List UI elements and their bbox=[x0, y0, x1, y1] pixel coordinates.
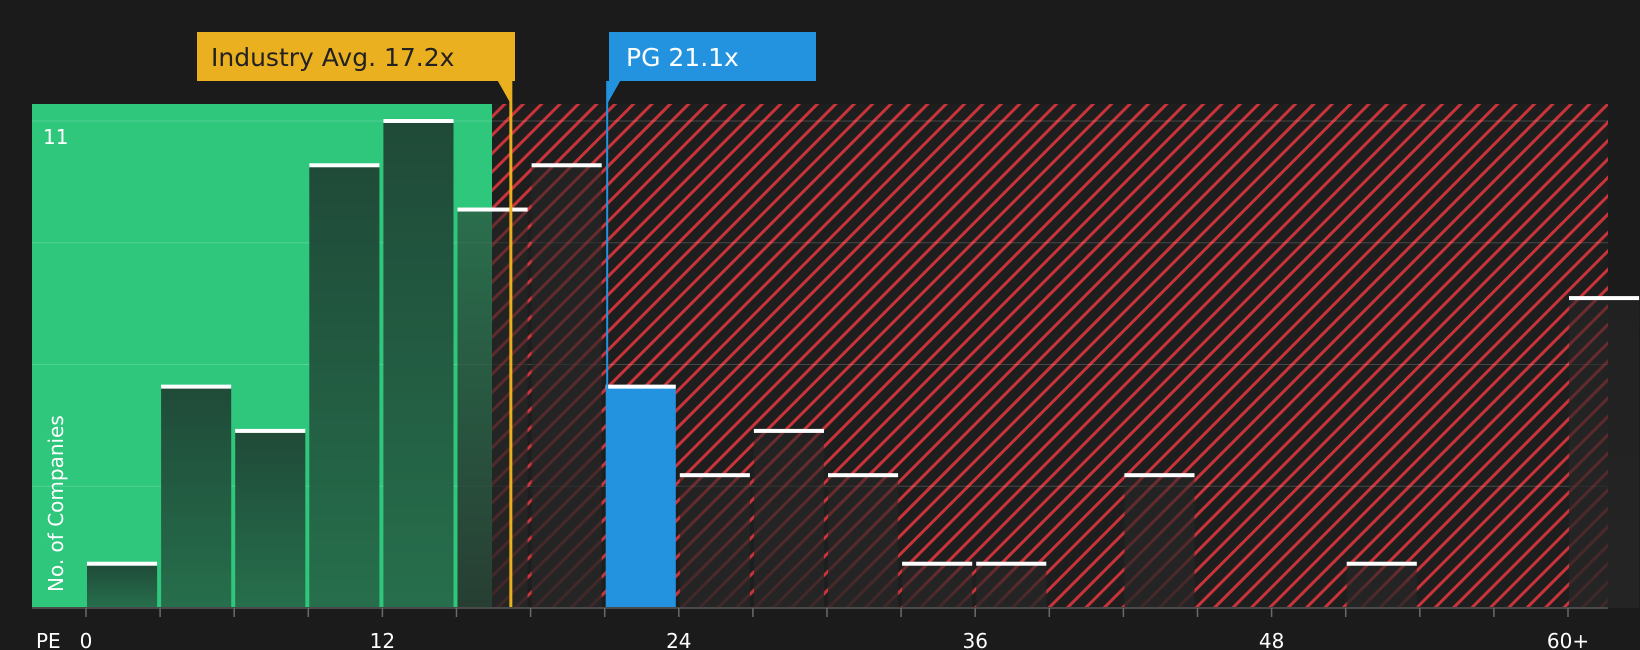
x-tick-label: 60+ bbox=[1547, 629, 1589, 650]
y-tick-label: 11 bbox=[43, 125, 68, 149]
industry-average-pointer bbox=[497, 81, 511, 104]
bar-cap bbox=[902, 561, 973, 566]
histogram-bar bbox=[679, 475, 750, 608]
bar-cap bbox=[1569, 296, 1640, 301]
bar-cap bbox=[1346, 561, 1417, 566]
bar-cap bbox=[457, 207, 528, 212]
bar-cap bbox=[531, 163, 602, 168]
x-tick-label: 12 bbox=[370, 629, 395, 650]
industry-average-label: Industry Avg. 17.2x bbox=[211, 43, 454, 72]
y-axis-label: No. of Companies bbox=[44, 415, 68, 592]
histogram-bar bbox=[828, 475, 899, 608]
company-pointer bbox=[607, 81, 621, 104]
bar-cap bbox=[753, 428, 824, 433]
company-label: PG 21.1x bbox=[626, 43, 739, 72]
bar-cap bbox=[383, 119, 454, 123]
histogram-bar bbox=[1346, 563, 1417, 608]
bar-cap bbox=[679, 473, 750, 478]
bar-cap bbox=[605, 384, 676, 389]
histogram-bar bbox=[1569, 298, 1640, 608]
x-axis: 0 12 24 36 48 60+ bbox=[32, 607, 1608, 650]
bar-cap bbox=[828, 473, 899, 478]
x-tick-label: 36 bbox=[962, 629, 987, 650]
x-tick-label: 24 bbox=[666, 629, 691, 650]
company-bar bbox=[605, 386, 676, 608]
bar-cap bbox=[235, 428, 306, 433]
x-axis-label: PE bbox=[36, 629, 61, 650]
x-tick-label: 48 bbox=[1259, 629, 1284, 650]
histogram-bar bbox=[753, 430, 824, 608]
company-callout: PG 21.1x bbox=[609, 32, 816, 81]
histogram-bar bbox=[383, 121, 454, 608]
histogram-bar bbox=[235, 430, 306, 608]
bar-cap bbox=[87, 561, 158, 566]
histogram-bar bbox=[902, 563, 973, 608]
bar-cap bbox=[309, 163, 380, 168]
histogram-bar bbox=[1124, 475, 1195, 608]
bar-cap bbox=[1124, 473, 1195, 478]
histogram-bar bbox=[457, 209, 528, 608]
industry-average-callout: Industry Avg. 17.2x bbox=[197, 32, 515, 81]
bar-cap bbox=[161, 384, 232, 389]
histogram-bar bbox=[976, 563, 1047, 608]
histogram-bar bbox=[309, 165, 380, 609]
histogram-bar bbox=[531, 165, 602, 609]
x-tick-label: 0 bbox=[80, 629, 93, 650]
histogram-bar bbox=[161, 386, 232, 608]
pe-distribution-chart: 0 12 24 36 48 60+ 11 No. of Companies PE Indu… bbox=[32, 32, 1640, 650]
histogram-bar bbox=[87, 563, 158, 608]
bar-cap bbox=[976, 561, 1047, 566]
